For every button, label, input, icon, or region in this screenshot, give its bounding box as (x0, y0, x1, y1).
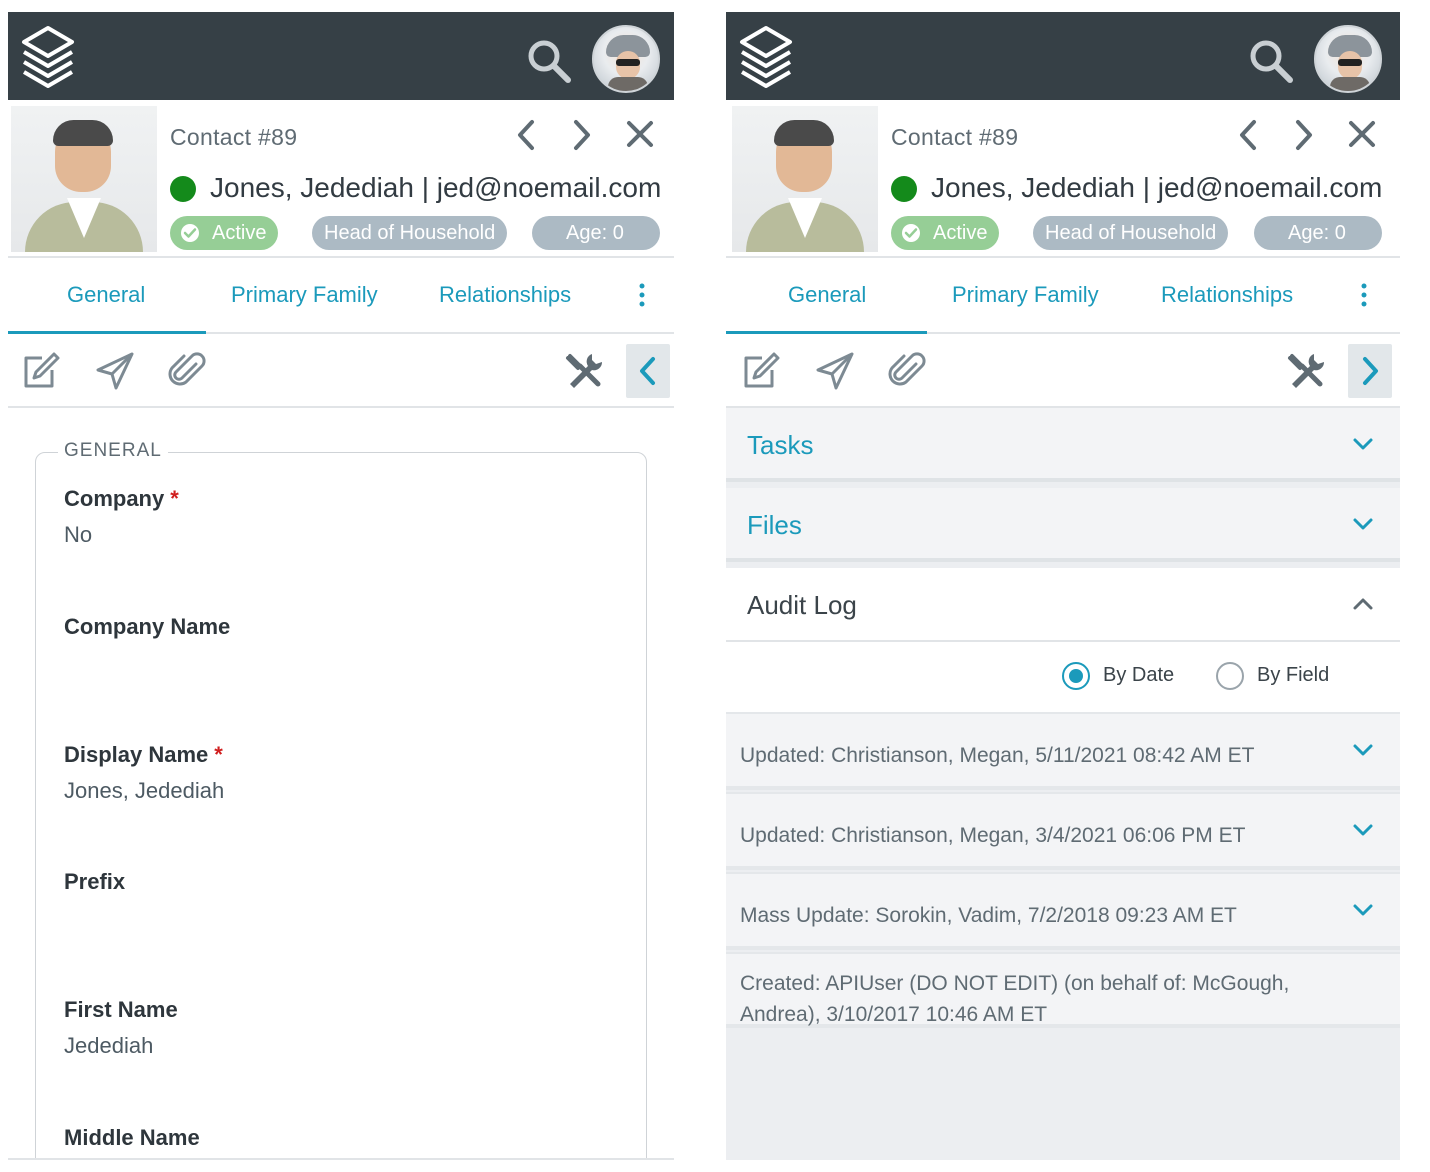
close-icon[interactable] (624, 116, 656, 154)
contact-name-email: Jones, Jedediah | jed@noemail.com (931, 172, 1383, 203)
top-bar (726, 12, 1400, 100)
contact-number: Contact #89 (891, 124, 1019, 150)
radio-by-field-label[interactable]: By Field (1257, 664, 1329, 687)
chevron-down-icon[interactable] (1352, 902, 1374, 918)
chevron-left-icon (640, 357, 655, 385)
search-icon[interactable] (1248, 38, 1294, 84)
accordion-audit-log[interactable]: Audit Log (726, 568, 1400, 642)
active-label: Active (933, 222, 988, 244)
contact-panel-details: Contact #89 Jones, Jedediah | jed@noemai… (726, 12, 1400, 1160)
audit-entry: Created: APIUser (DO NOT EDIT) (on behal… (726, 952, 1400, 1028)
accordion-audit-log-title: Audit Log (747, 590, 857, 620)
field-label-prefix: Prefix (64, 869, 126, 894)
accordion-tasks[interactable]: Tasks (726, 408, 1400, 482)
tab-primary-family[interactable]: Primary Family (952, 282, 1099, 308)
tab-relationships[interactable]: Relationships (439, 282, 571, 308)
field-label-first-name: First Name (64, 997, 178, 1022)
field-value-company[interactable]: No (64, 522, 92, 548)
tools-icon[interactable] (562, 350, 604, 392)
required-marker: * (170, 486, 179, 511)
contact-name-email: Jones, Jedediah | jed@noemail.com (210, 172, 662, 203)
layers-stack-icon[interactable] (20, 22, 76, 90)
status-indicator (891, 176, 917, 202)
tab-general[interactable]: General (67, 282, 145, 308)
chevron-down-icon[interactable] (1352, 436, 1374, 452)
user-avatar[interactable] (1314, 25, 1382, 93)
audit-entry-text: Created: APIUser (DO NOT EDIT) (on behal… (740, 972, 1290, 1026)
user-avatar[interactable] (592, 25, 660, 93)
tab-bar: General Primary Family Relationships (8, 260, 674, 334)
active-label: Active (212, 222, 267, 244)
check-circle-icon (902, 224, 920, 242)
chevron-left-icon[interactable] (1232, 116, 1264, 154)
chevron-down-icon[interactable] (1352, 822, 1374, 838)
edit-icon[interactable] (20, 350, 62, 392)
radio-by-date-label[interactable]: By Date (1103, 664, 1174, 687)
status-indicator (170, 176, 196, 202)
collapse-panel-button[interactable] (626, 344, 670, 398)
chevron-down-icon[interactable] (1352, 742, 1374, 758)
field-label-company: Company * (64, 486, 179, 511)
chevron-left-icon[interactable] (510, 116, 542, 154)
details-accordion: Tasks Files Audit Log By Date By Field U… (726, 408, 1400, 1160)
tab-general[interactable]: General (788, 282, 866, 308)
paperclip-icon[interactable] (166, 350, 208, 392)
audit-mode-selector: By Date By Field (726, 642, 1400, 712)
tools-icon[interactable] (1284, 350, 1326, 392)
audit-entry[interactable]: Mass Update: Sorokin, Vadim, 7/2/2018 09… (726, 872, 1400, 950)
household-badge: Head of Household (1033, 216, 1229, 250)
section-legend: GENERAL (58, 440, 168, 462)
tab-primary-family[interactable]: Primary Family (231, 282, 378, 308)
field-value-first-name[interactable]: Jedediah (64, 1033, 153, 1059)
check-circle-icon (181, 224, 199, 242)
audit-entry[interactable]: Updated: Christianson, Megan, 5/11/2021 … (726, 712, 1400, 790)
tab-bar: General Primary Family Relationships (726, 260, 1400, 334)
age-badge: Age: 0 (1254, 216, 1382, 250)
accordion-files-title: Files (747, 510, 802, 540)
field-label-middle-name: Middle Name (64, 1125, 200, 1150)
contact-panel-general: Contact #89 Jones, Jedediah | jed@noemai… (8, 12, 674, 1160)
edit-icon[interactable] (740, 350, 782, 392)
search-icon[interactable] (526, 38, 572, 84)
chevron-right-icon[interactable] (1288, 116, 1320, 154)
active-badge: Active (891, 216, 1000, 250)
audit-entry-text: Mass Update: Sorokin, Vadim, 7/2/2018 09… (740, 904, 1237, 927)
layers-stack-icon[interactable] (738, 22, 794, 90)
send-icon[interactable] (814, 350, 856, 392)
action-toolbar (726, 334, 1400, 408)
contact-header: Contact #89 Jones, Jedediah | jed@noemai… (726, 100, 1400, 258)
radio-by-field[interactable] (1216, 662, 1244, 690)
kebab-menu-icon[interactable] (638, 282, 646, 308)
expand-panel-button[interactable] (1348, 344, 1392, 398)
contact-photo (11, 106, 157, 252)
radio-by-date[interactable] (1062, 662, 1090, 690)
field-value-display-name[interactable]: Jones, Jedediah (64, 778, 224, 804)
audit-entry-text: Updated: Christianson, Megan, 3/4/2021 0… (740, 824, 1246, 847)
chevron-right-icon (1363, 357, 1378, 385)
field-label-company-name: Company Name (64, 614, 231, 639)
contact-photo (732, 106, 878, 252)
divider (8, 1158, 674, 1160)
chevron-up-icon[interactable] (1352, 596, 1374, 612)
action-toolbar (8, 334, 674, 408)
accordion-tasks-title: Tasks (747, 430, 814, 460)
send-icon[interactable] (94, 350, 136, 392)
audit-entry-text: Updated: Christianson, Megan, 5/11/2021 … (740, 744, 1255, 767)
active-badge: Active (170, 216, 279, 250)
chevron-down-icon[interactable] (1352, 516, 1374, 532)
accordion-files[interactable]: Files (726, 488, 1400, 562)
top-bar (8, 12, 674, 100)
age-badge: Age: 0 (532, 216, 660, 250)
household-badge: Head of Household (312, 216, 508, 250)
audit-entry[interactable]: Updated: Christianson, Megan, 3/4/2021 0… (726, 792, 1400, 870)
required-marker: * (214, 742, 223, 767)
contact-header: Contact #89 Jones, Jedediah | jed@noemai… (8, 100, 674, 258)
contact-number: Contact #89 (170, 124, 298, 150)
tab-relationships[interactable]: Relationships (1161, 282, 1293, 308)
close-icon[interactable] (1346, 116, 1378, 154)
kebab-menu-icon[interactable] (1360, 282, 1368, 308)
field-label-display-name: Display Name * (64, 742, 223, 767)
chevron-right-icon[interactable] (566, 116, 598, 154)
paperclip-icon[interactable] (886, 350, 928, 392)
